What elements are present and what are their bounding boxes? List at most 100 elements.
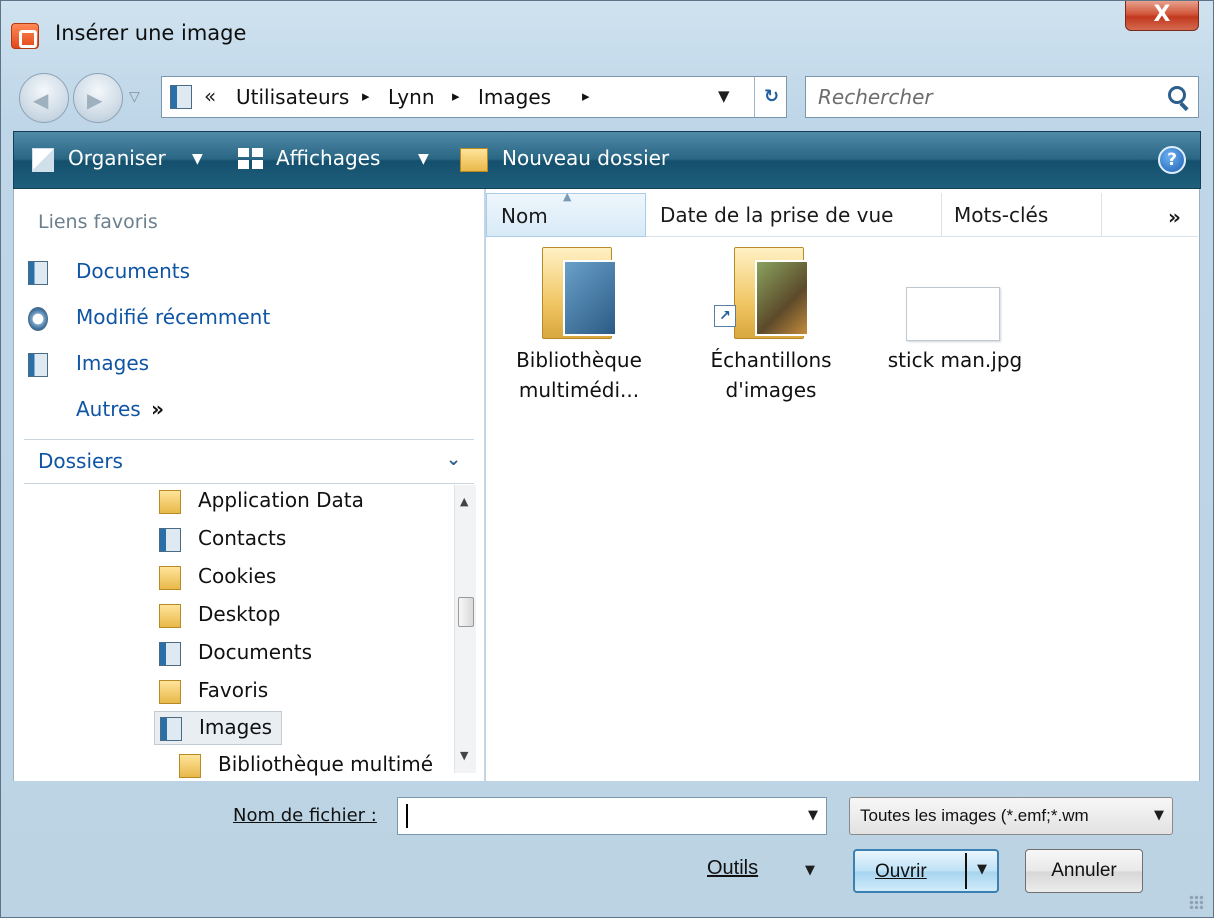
forward-arrow-icon: ▶ <box>87 88 103 112</box>
views-icon <box>238 148 264 170</box>
folder-tree-scrollbar[interactable]: ▲ ▼ <box>454 485 476 773</box>
tree-item-label: Desktop <box>198 602 281 626</box>
file-list-pane: ▲ Nom Date de la prise de vue Mots-clés … <box>486 189 1200 781</box>
cancel-button[interactable]: Annuler <box>1025 849 1143 893</box>
help-icon[interactable]: ? <box>1158 146 1186 174</box>
file-item-stick-man[interactable]: stick man.jpg <box>870 241 1040 411</box>
filetype-dropdown-icon[interactable]: ▼ <box>1154 808 1164 823</box>
open-dropdown-icon[interactable]: ▼ <box>965 853 997 889</box>
double-chevron-icon: » <box>151 397 164 421</box>
search-input[interactable] <box>818 85 1148 109</box>
column-header-date[interactable]: Date de la prise de vue <box>646 193 942 237</box>
column-header-tags[interactable]: Mots-clés <box>942 193 1102 237</box>
refresh-icon[interactable]: ↻ <box>754 77 788 117</box>
tree-item-label: Favoris <box>198 678 269 702</box>
open-label: Ouvrir <box>875 861 927 882</box>
close-button[interactable]: X <box>1125 1 1199 31</box>
tools-button[interactable]: Outils <box>707 857 758 880</box>
breadcrumb-lynn[interactable]: Lynn <box>388 85 435 109</box>
new-folder-button[interactable]: Nouveau dossier <box>502 146 669 170</box>
documents-icon <box>159 642 181 666</box>
organize-dropdown-icon[interactable]: ▼ <box>192 151 203 167</box>
organize-button[interactable]: Organiser <box>68 146 166 170</box>
favorite-label: Documents <box>76 259 191 283</box>
folder-icon <box>734 247 809 339</box>
filetype-select[interactable]: Toutes les images (*.emf;*.wm ▼ <box>849 797 1173 835</box>
tree-item-desktop[interactable]: Desktop <box>154 599 454 633</box>
tree-item-label: Documents <box>198 640 313 664</box>
favorites-header: Liens favoris <box>38 211 158 233</box>
tools-dropdown-icon[interactable]: ▼ <box>805 863 815 878</box>
search-box[interactable] <box>805 76 1199 118</box>
window-title: Insérer une image <box>55 21 247 45</box>
forward-button[interactable]: ▶ <box>73 73 123 123</box>
more-favorites-link[interactable]: Autres » <box>76 397 164 421</box>
divider <box>24 483 474 484</box>
back-button[interactable]: ◀ <box>19 73 69 123</box>
filename-input[interactable] <box>406 804 786 828</box>
folder-icon <box>542 247 617 339</box>
favorite-label: Images <box>76 351 150 375</box>
tree-item-documents[interactable]: Documents <box>154 637 454 671</box>
favorite-link-images[interactable]: Images <box>24 349 464 383</box>
scroll-up-icon[interactable]: ▲ <box>460 495 468 508</box>
views-button[interactable]: Affichages <box>276 146 380 170</box>
tree-item-cookies[interactable]: Cookies <box>154 561 454 595</box>
shortcut-arrow-icon: ↗ <box>714 305 736 327</box>
folders-header[interactable]: Dossiers <box>38 449 123 473</box>
open-button[interactable]: Ouvrir ▼ <box>853 849 999 893</box>
title-bar: Insérer une image X <box>1 1 1213 63</box>
tree-item-images[interactable]: Images <box>154 711 282 745</box>
folder-tree: Application Data Contacts Cookies Deskto… <box>14 485 454 781</box>
views-dropdown-icon[interactable]: ▼ <box>418 151 429 167</box>
breadcrumb-utilisateurs[interactable]: Utilisateurs <box>236 85 349 109</box>
filename-label: Nom de fichier : <box>233 805 377 826</box>
folder-icon <box>159 604 181 628</box>
scrollbar-thumb[interactable] <box>458 597 474 627</box>
divider <box>24 439 474 440</box>
file-item-bibliotheque[interactable]: Bibliothèque multimédi... <box>494 241 664 411</box>
sort-ascending-icon: ▲ <box>563 190 572 203</box>
filetype-value: Toutes les images (*.emf;*.wm <box>860 806 1089 825</box>
breadcrumb-separator-icon[interactable]: ▸ <box>452 87 460 105</box>
tree-item-bibliotheque[interactable]: Bibliothèque multimé <box>174 749 454 781</box>
shortcut-folder-icon <box>159 566 181 590</box>
chevron-down-icon[interactable]: ⌄ <box>446 449 461 470</box>
contacts-icon <box>159 528 181 552</box>
documents-icon <box>28 261 48 285</box>
address-overflow-chevron[interactable]: « <box>204 84 216 108</box>
shortcut-folder-icon <box>159 490 181 514</box>
resize-grip-icon[interactable] <box>1189 895 1203 909</box>
column-header-row: ▲ Nom Date de la prise de vue Mots-clés … <box>486 190 1198 237</box>
filename-dropdown-icon[interactable]: ▼ <box>808 808 818 823</box>
favorite-link-documents[interactable]: Documents <box>24 257 464 291</box>
breadcrumb-separator-icon[interactable]: ▸ <box>362 87 370 105</box>
tree-item-application-data[interactable]: Application Data <box>154 485 454 519</box>
tree-item-favoris[interactable]: Favoris <box>154 675 454 709</box>
folder-icon <box>179 754 201 778</box>
file-item-echantillons[interactable]: ↗ Échantillons d'images <box>686 241 856 411</box>
recent-icon <box>28 307 48 331</box>
breadcrumb-separator-icon[interactable]: ▸ <box>582 87 590 105</box>
address-bar[interactable]: « Utilisateurs ▸ Lynn ▸ Images ▸ ▼ ↻ <box>161 76 787 118</box>
scroll-down-icon[interactable]: ▼ <box>460 749 468 762</box>
tree-item-label: Contacts <box>198 526 287 550</box>
tree-item-contacts[interactable]: Contacts <box>154 523 454 557</box>
breadcrumb-images[interactable]: Images <box>478 85 551 109</box>
file-label: stick man.jpg <box>887 348 1023 372</box>
recent-pages-dropdown-icon[interactable]: ▽ <box>129 89 140 105</box>
more-columns-icon[interactable]: » <box>1168 193 1181 237</box>
column-header-name[interactable]: ▲ Nom <box>486 190 646 237</box>
tree-item-label: Application Data <box>198 488 364 512</box>
image-thumbnail-icon <box>906 287 1000 341</box>
dialog-window: Insérer une image X ◀ ▶ ▽ « Utilisateurs… <box>0 0 1214 918</box>
favorite-link-recent[interactable]: Modifié récemment <box>24 303 464 337</box>
search-icon[interactable] <box>1168 86 1186 104</box>
filename-combobox[interactable]: ▼ <box>397 797 827 835</box>
favorites-icon <box>159 680 181 704</box>
address-dropdown-icon[interactable]: ▼ <box>718 87 730 105</box>
file-label: Bibliothèque multimédi... <box>516 348 642 402</box>
app-icon <box>11 23 39 49</box>
new-folder-icon <box>460 148 488 172</box>
filename-label-text: Nom de fichier : <box>233 805 377 826</box>
